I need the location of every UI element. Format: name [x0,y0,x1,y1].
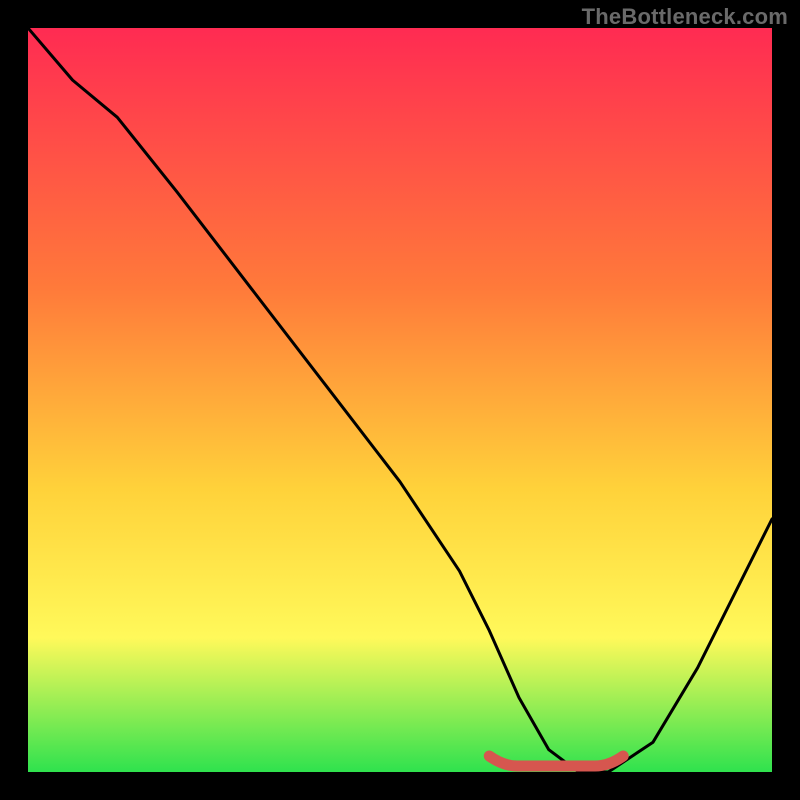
watermark-text: TheBottleneck.com [582,4,788,30]
bottleneck-chart [28,28,772,772]
chart-frame [28,28,772,772]
gradient-background [28,28,772,772]
